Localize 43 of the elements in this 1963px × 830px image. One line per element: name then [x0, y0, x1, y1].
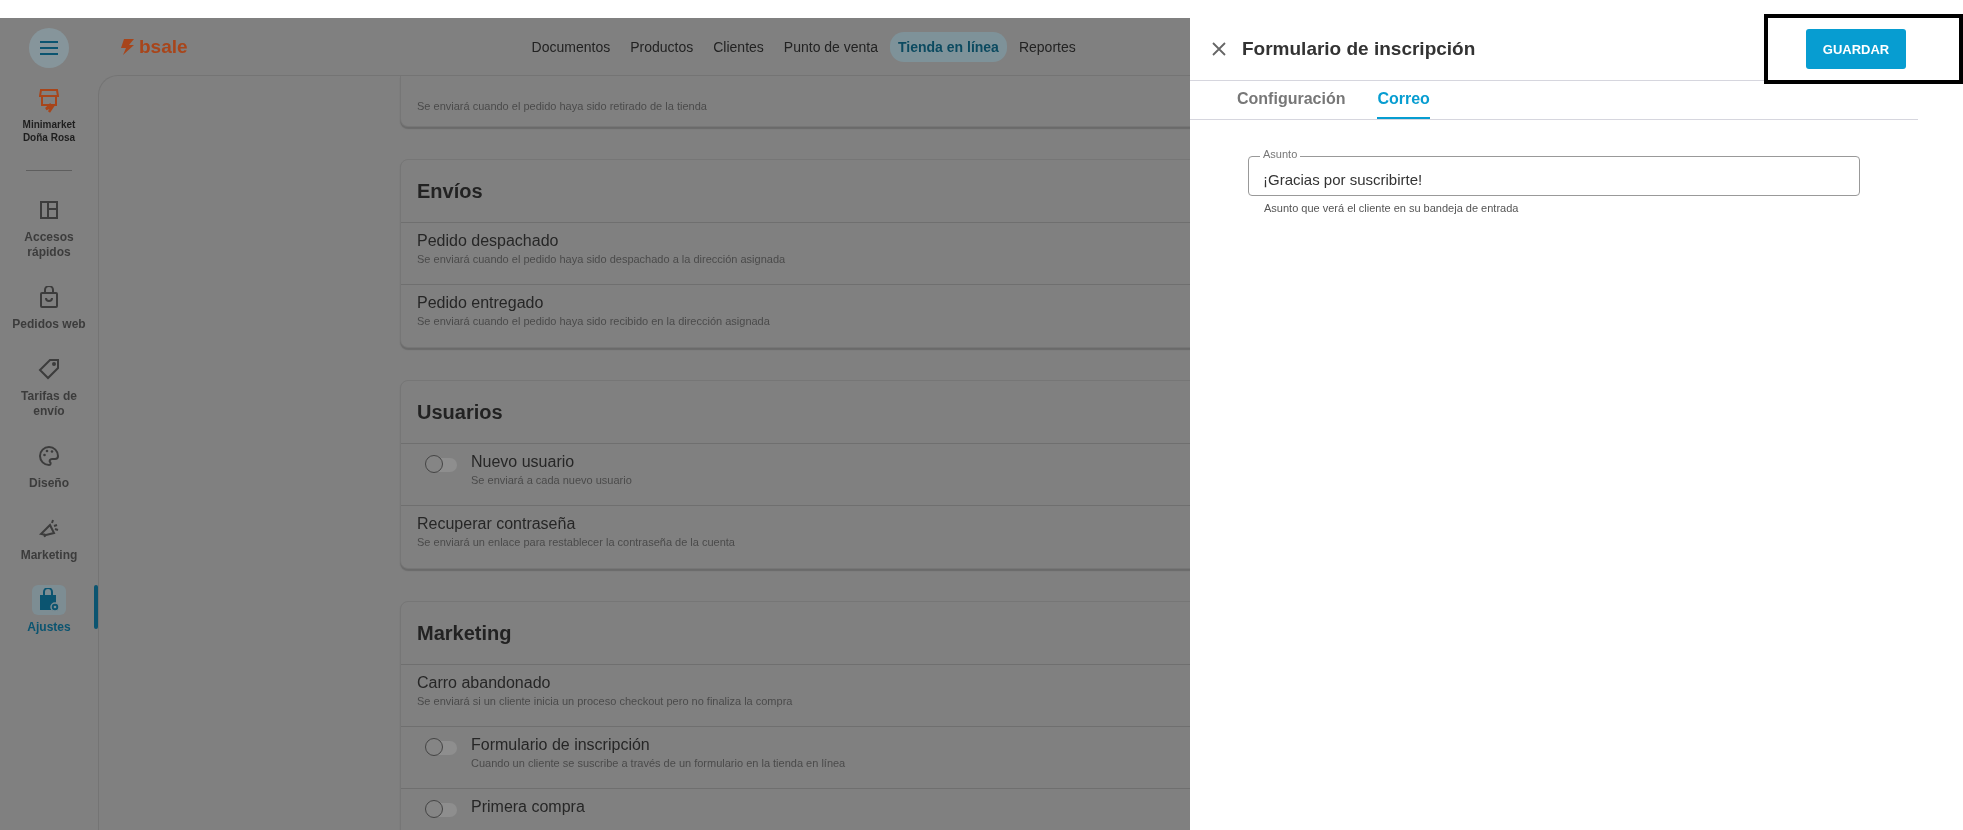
sidebar-item[interactable]: Pedidos web	[0, 282, 98, 332]
notification-title: Formulario de inscripción	[471, 736, 651, 754]
nav-link[interactable]: Punto de venta	[775, 31, 886, 62]
store-name: Minimarket Doña Rosa	[21, 118, 77, 144]
tab[interactable]: Correo	[1377, 81, 1430, 119]
tag-icon	[38, 358, 60, 380]
toggle-switch[interactable]	[427, 458, 457, 472]
nav-link[interactable]: Documentos	[523, 31, 619, 62]
layout-icon	[39, 200, 59, 220]
notification-title: Carro abandonado	[417, 674, 552, 692]
section-title: Usuarios	[417, 400, 503, 424]
store-icon	[39, 88, 59, 114]
sidebar-item[interactable]: Diseño	[0, 441, 98, 491]
notification-title: Primera compra	[471, 798, 585, 816]
megaphone-icon	[38, 517, 60, 539]
section-title: Envíos	[417, 179, 483, 203]
panel-title: Formulario de inscripción	[1242, 38, 1477, 60]
bag-icon	[39, 286, 59, 308]
section-title: Marketing	[417, 621, 512, 645]
nav-link[interactable]: Tienda en línea	[890, 31, 1007, 62]
tab[interactable]: Configuración	[1237, 81, 1346, 119]
notification-title: Pedido entregado	[417, 294, 545, 312]
field-label: Asunto	[1260, 148, 1301, 161]
notification-title: Pedido despachado	[417, 232, 560, 250]
nav-link[interactable]: Productos	[622, 31, 702, 62]
sidebar-item[interactable]: Marketing	[0, 513, 98, 563]
sidebar-item[interactable]: Ajustes	[0, 585, 98, 635]
menu-button[interactable]	[29, 28, 69, 68]
palette-icon	[38, 445, 60, 467]
field-hint: Asunto que verá el cliente en su bandeja de entrada	[1264, 202, 1520, 214]
sidebar-item[interactable]: Accesos rápidos	[0, 195, 98, 260]
nav-link[interactable]: Clientes	[705, 31, 772, 62]
notification-title: Nuevo usuario	[471, 453, 576, 471]
logo-icon	[120, 36, 136, 57]
menu-icon	[39, 40, 59, 56]
sidebar-item[interactable]: Tarifas de envío	[0, 354, 98, 419]
bag-gear-icon	[38, 588, 60, 612]
nav-link[interactable]: Reportes	[1010, 31, 1084, 62]
toggle-switch[interactable]	[427, 803, 457, 817]
close-icon	[1212, 42, 1226, 56]
save-button[interactable]: GUARDAR	[1806, 29, 1906, 69]
toggle-switch[interactable]	[427, 741, 457, 755]
notification-title: Recuperar contraseña	[417, 515, 577, 533]
